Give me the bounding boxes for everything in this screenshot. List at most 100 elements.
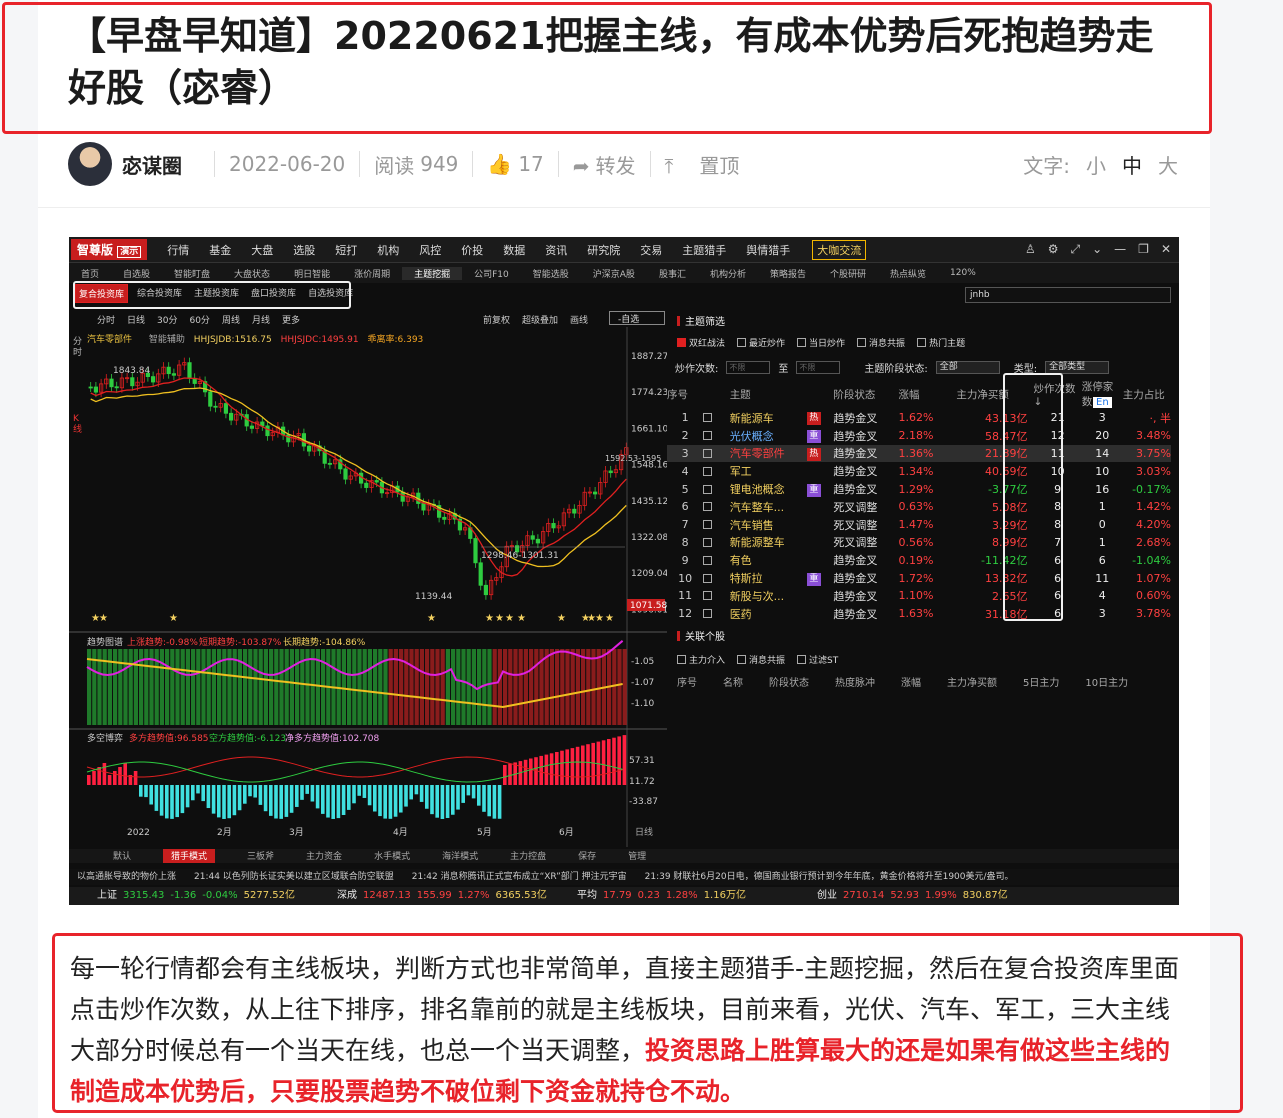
menu-item[interactable]: 交易 (640, 242, 662, 258)
mode-tab[interactable]: 三板斧 (247, 849, 274, 863)
table-row[interactable]: 3 汽车零部件热趋势金叉 1.36% 21.89亿 11 14 3.75% (667, 444, 1171, 463)
tab-item[interactable]: 涨价周期 (342, 267, 402, 280)
mode-tab[interactable]: 主力资金 (306, 849, 342, 863)
watchlist-select[interactable]: -自选 (609, 311, 665, 325)
menu-item[interactable]: 主题猎手 (682, 242, 726, 258)
table-row[interactable]: 12 医药 趋势金叉 1.63% 31.18亿 6 3 3.78% (667, 605, 1171, 623)
period-tab[interactable]: 分时 (97, 313, 115, 326)
table-row[interactable]: 9 有色 趋势金叉 0.19% -11.42亿 6 6 -1.04% (667, 551, 1171, 569)
kline-chart[interactable]: 1887.271774.231661.101548.161435.121322.… (69, 327, 667, 867)
theme-name[interactable]: 汽车零部件 (729, 444, 807, 463)
column-header[interactable]: 热度脉冲 (835, 674, 875, 689)
stage-select[interactable]: 全部 (935, 361, 1000, 374)
search-input[interactable]: jnhb (965, 287, 1171, 303)
mode-tab[interactable]: 主力控盘 (510, 849, 546, 863)
row-checkbox[interactable] (703, 569, 730, 587)
chart-tool[interactable]: 前复权 (483, 313, 510, 326)
menu-item[interactable]: 机构 (377, 242, 399, 258)
period-tab[interactable]: 月线 (252, 313, 270, 326)
tab-item[interactable]: 智能选股 (521, 267, 581, 280)
pin-icon[interactable]: ⤢ (1071, 242, 1081, 257)
filter-checkbox[interactable]: 当日炒作 (797, 336, 845, 349)
mode-tab[interactable]: 猎手模式 (163, 849, 216, 863)
column-header[interactable]: 5日主力 (1023, 674, 1059, 689)
chevron-down-icon[interactable]: ⌄ (1092, 242, 1102, 257)
column-header[interactable]: 主力占比 (1123, 379, 1171, 409)
mode-tab[interactable]: 默认 (113, 849, 131, 863)
mode-tab[interactable]: 保存 (578, 849, 596, 863)
close-icon[interactable]: ✕ (1161, 242, 1171, 257)
table-row[interactable]: 6 汽车整车... 死叉调整 0.63% 5.08亿 8 1 1.42% (667, 498, 1171, 516)
row-checkbox[interactable] (703, 409, 730, 427)
tab-item[interactable]: 明日智能 (282, 267, 342, 280)
row-checkbox[interactable] (703, 462, 730, 480)
column-header[interactable]: 序号 (667, 379, 703, 409)
related-filter-checkbox[interactable]: 主力介入 (677, 653, 725, 666)
column-header[interactable]: 主力净买额 (947, 674, 997, 689)
column-header[interactable]: 阶段状态 (769, 674, 809, 689)
menu-item[interactable]: 价投 (461, 242, 483, 258)
theme-name[interactable]: 光伏概念 (730, 427, 807, 445)
theme-name[interactable]: 汽车销售 (730, 516, 807, 534)
column-header[interactable]: 阶段状态 (833, 379, 898, 409)
row-checkbox[interactable] (703, 605, 730, 623)
period-tab[interactable]: 更多 (282, 313, 300, 326)
menu-item[interactable]: 基金 (209, 242, 231, 258)
chart-tool[interactable]: 超级叠加 (522, 313, 558, 326)
author-name[interactable]: 宓谋圈 (122, 150, 182, 179)
index-item[interactable]: 平均 17.79 0.23 1.28% 1.16万亿 (549, 887, 789, 905)
theme-name[interactable]: 新股与次... (730, 587, 807, 605)
table-row[interactable]: 4 军工 趋势金叉 1.34% 40.69亿 10 10 3.03% (667, 462, 1171, 480)
chart-tool[interactable]: 画线 (570, 313, 588, 326)
tab-item[interactable]: 大盘状态 (222, 267, 282, 280)
count-max-input[interactable]: 不限 (796, 361, 841, 374)
table-row[interactable]: 7 汽车销售 死叉调整 1.47% 3.29亿 8 0 4.20% (667, 516, 1171, 534)
period-tab[interactable]: 日线 (127, 313, 145, 326)
row-checkbox[interactable] (703, 427, 730, 445)
column-header[interactable]: 名称 (723, 674, 743, 689)
filter-checkbox[interactable]: 双红战法 (677, 336, 725, 349)
tab-item[interactable]: 机构分析 (698, 267, 758, 280)
filter-checkbox[interactable]: 最近炒作 (737, 336, 785, 349)
menu-item[interactable]: 舆情猎手 (746, 242, 790, 258)
tab-item[interactable]: 策略报告 (758, 267, 818, 280)
column-header[interactable]: 主题 (730, 379, 807, 409)
row-checkbox[interactable] (703, 444, 730, 463)
tab-item[interactable]: 主题挖掘 (402, 266, 463, 280)
like-button[interactable]: 👍 17 (487, 152, 543, 176)
menu-item[interactable]: 风控 (419, 242, 441, 258)
column-header[interactable]: 涨幅 (898, 379, 956, 409)
theme-name[interactable]: 新能源整车 (730, 534, 807, 552)
related-filter-checkbox[interactable]: 过滤ST (797, 653, 838, 666)
mode-tab[interactable]: 管理 (628, 849, 646, 863)
table-row[interactable]: 5 锂电池概念重趋势金叉 1.29% -3.77亿 9 16 -0.17% (667, 480, 1171, 498)
tab-item[interactable]: 股事汇 (647, 267, 698, 280)
row-checkbox[interactable] (703, 498, 730, 516)
index-item[interactable]: 深成 12487.13 155.99 1.27% 6365.53亿 (309, 887, 549, 905)
row-checkbox[interactable] (703, 534, 730, 552)
index-item[interactable]: 创业 2710.14 52.93 1.99% 830.87亿 (789, 887, 1029, 905)
menu-item[interactable]: 大盘 (251, 242, 273, 258)
menu-item[interactable]: 行情 (167, 242, 189, 258)
period-tab[interactable]: 周线 (222, 313, 240, 326)
table-row[interactable]: 1 新能源车热趋势金叉 1.62% 43.13亿 21 3 ·, 半 (667, 409, 1171, 427)
font-large-button[interactable]: 大 (1158, 150, 1178, 179)
row-checkbox[interactable] (703, 587, 730, 605)
menu-item[interactable]: 资讯 (545, 242, 567, 258)
big-talk-button[interactable]: 大咖交流 (812, 239, 867, 260)
table-row[interactable]: 8 新能源整车 死叉调整 0.56% 8.99亿 7 1 2.68% (667, 534, 1171, 552)
index-item[interactable]: 上证 3315.43 -1.36 -0.04% 5277.52亿 (69, 887, 309, 905)
period-tab[interactable]: 30分 (157, 313, 177, 326)
forward-button[interactable]: ➦ 转发 (573, 150, 636, 179)
tab-item[interactable]: 个股研研 (818, 267, 878, 280)
menu-item[interactable]: 研究院 (587, 242, 620, 258)
tab-item[interactable]: 热点纵览 (878, 267, 938, 280)
tab-item[interactable]: 自选股 (111, 267, 162, 280)
row-checkbox[interactable] (703, 551, 730, 569)
tab-item[interactable]: 沪深京A股 (581, 267, 647, 280)
theme-name[interactable]: 军工 (730, 462, 807, 480)
theme-name[interactable]: 有色 (730, 551, 807, 569)
mode-tab[interactable]: 海洋模式 (442, 849, 478, 863)
tab-item[interactable]: 首页 (69, 267, 111, 280)
user-icon[interactable]: ♙ (1025, 242, 1036, 257)
